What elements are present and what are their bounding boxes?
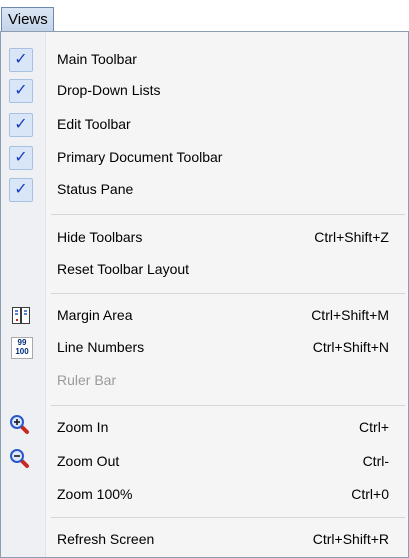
menu-item-zoom-in[interactable]: Zoom In Ctrl+ [1, 412, 408, 443]
menu-item-margin-area[interactable]: Margin Area Ctrl+Shift+M [1, 300, 408, 331]
menu-item-label: Hide Toolbars [57, 229, 143, 245]
menu-separator [51, 517, 405, 518]
menu-item-label: Primary Document Toolbar [57, 149, 223, 165]
menu-item-label: Line Numbers [57, 339, 145, 355]
menu-item-shortcut: Ctrl+Shift+R [312, 531, 389, 547]
menu-item-label: Ruler Bar [57, 372, 117, 388]
menu-item-line-numbers[interactable]: 99 100 Line Numbers Ctrl+Shift+N [1, 332, 408, 363]
zoom-in-icon [9, 414, 29, 434]
menu-item-status-pane[interactable]: ✓ Status Pane [1, 174, 408, 205]
menu-item-ruler-bar[interactable]: Ruler Bar [1, 365, 408, 396]
menu-item-label: Edit Toolbar [57, 116, 131, 132]
menu-item-shortcut: Ctrl+0 [351, 486, 389, 502]
menu-item-shortcut: Ctrl+Shift+N [312, 339, 389, 355]
menu-item-main-toolbar[interactable]: ✓ Main Toolbar [1, 44, 408, 75]
menu-item-label: Reset Toolbar Layout [57, 261, 190, 277]
menu-item-shortcut: Ctrl+ [359, 419, 389, 435]
line-numbers-icon-top: 99 [17, 338, 27, 347]
menu-item-zoom-out[interactable]: Zoom Out Ctrl- [1, 446, 408, 477]
menu-separator [51, 293, 405, 294]
menu-item-zoom-100[interactable]: Zoom 100% Ctrl+0 [1, 479, 408, 510]
views-menu-title[interactable]: Views [1, 7, 54, 32]
menu-bar: Views [0, 0, 409, 33]
menu-item-shortcut: Ctrl+Shift+Z [314, 229, 389, 245]
menu-item-label: Status Pane [57, 181, 134, 197]
margin-area-icon [11, 306, 31, 326]
menu-item-shortcut: Ctrl+Shift+M [311, 307, 389, 323]
menu-item-label: Drop-Down Lists [57, 82, 161, 98]
menu-item-label: Margin Area [57, 307, 133, 323]
menu-item-drop-down-lists[interactable]: ✓ Drop-Down Lists [1, 75, 408, 106]
menu-item-label: Zoom 100% [57, 486, 133, 502]
menu-item-hide-toolbars[interactable]: Hide Toolbars Ctrl+Shift+Z [1, 222, 408, 253]
line-numbers-icon: 99 100 [11, 337, 33, 359]
checkmark-icon: ✓ [9, 79, 33, 103]
menu-separator [51, 405, 405, 406]
checkmark-icon: ✓ [9, 146, 33, 170]
line-numbers-icon-bottom: 100 [15, 347, 29, 356]
menu-item-refresh-screen[interactable]: Refresh Screen Ctrl+Shift+R [1, 524, 408, 555]
menu-item-label: Refresh Screen [57, 531, 155, 547]
checkmark-icon: ✓ [9, 113, 33, 137]
menu-item-label: Main Toolbar [57, 51, 137, 67]
checkmark-icon: ✓ [9, 178, 33, 202]
views-dropdown-menu: ✓ Main Toolbar ✓ Drop-Down Lists ✓ Edit … [0, 31, 409, 558]
menu-item-primary-document-toolbar[interactable]: ✓ Primary Document Toolbar [1, 142, 408, 173]
menu-item-shortcut: Ctrl- [362, 453, 389, 469]
menu-item-reset-toolbar-layout[interactable]: Reset Toolbar Layout [1, 254, 408, 285]
menu-item-label: Zoom Out [57, 453, 120, 469]
menu-item-label: Zoom In [57, 419, 109, 435]
checkmark-icon: ✓ [9, 48, 33, 72]
menu-separator [51, 214, 405, 215]
menu-item-edit-toolbar[interactable]: ✓ Edit Toolbar [1, 109, 408, 140]
zoom-out-icon [9, 448, 29, 468]
